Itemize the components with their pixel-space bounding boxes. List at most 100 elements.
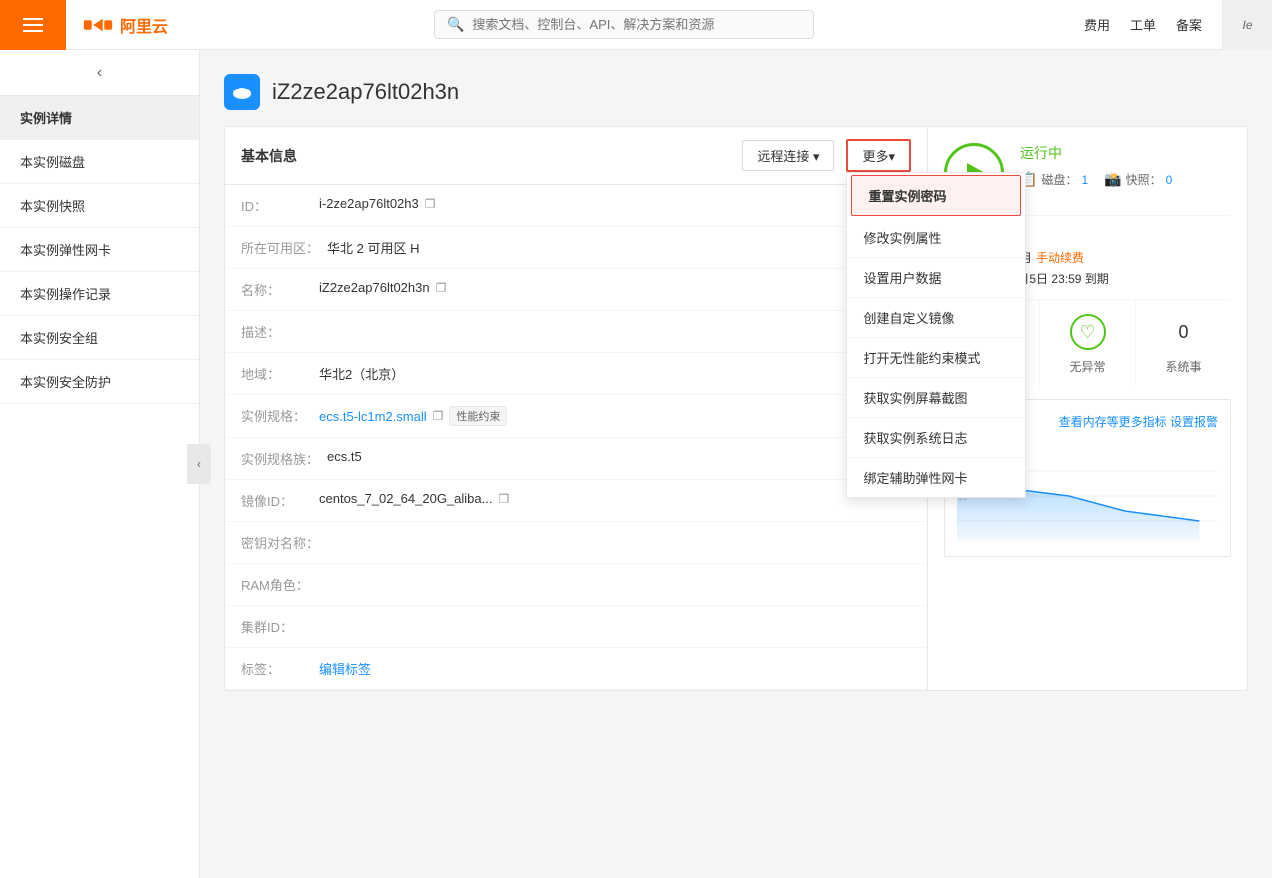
info-value-name: iZ2ze2ap76lt02h3n ❐ (319, 280, 446, 295)
info-row-id: ID： i-2ze2ap76lt02h3 ❐ (225, 185, 927, 227)
page-title: iZ2ze2ap76lt02h3n (272, 79, 459, 105)
info-row-zone: 所在可用区： 华北 2 可用区 H (225, 227, 927, 269)
card-toolbar: 基本信息 远程连接 ▾ 更多▾ 重置实例密码 修改实例属性 设置用户数据 创建自… (225, 127, 927, 185)
events-value: 0 (1178, 322, 1188, 343)
copy-spec-icon[interactable]: ❐ (433, 409, 444, 423)
dropdown-item-no-perf-limit[interactable]: 打开无性能约束模式 (847, 338, 1025, 378)
info-value-spec-family: ecs.t5 (327, 449, 362, 464)
info-row-ram: RAM角色： (225, 564, 927, 606)
more-dropdown-wrapper: 更多▾ 重置实例密码 修改实例属性 设置用户数据 创建自定义镜像 打开无性能约束… (846, 139, 911, 172)
main-content: iZ2ze2ap76lt02h3n 基本信息 远程连接 ▾ 更多▾ 重置实例密码… (200, 50, 1272, 878)
disk-label: 磁盘： (1041, 171, 1077, 188)
info-row-name: 名称： iZ2ze2ap76lt02h3n ❐ (225, 269, 927, 311)
dropdown-item-modify-attr[interactable]: 修改实例属性 (847, 218, 1025, 258)
info-label-id: ID： (241, 196, 311, 215)
info-label-name: 名称： (241, 280, 311, 299)
monitor-card-events[interactable]: 0 系统事 (1136, 300, 1231, 387)
dropdown-item-screenshot[interactable]: 获取实例屏幕截图 (847, 378, 1025, 418)
disk-item: 📋 磁盘： 1 (1020, 171, 1088, 188)
events-card-label: 系统事 (1165, 358, 1201, 375)
hamburger-button[interactable] (0, 0, 66, 50)
health-icon: ♡ (1070, 314, 1106, 350)
search-area: 🔍 (184, 10, 1064, 39)
sidebar-item-instance-detail[interactable]: 实例详情 (0, 96, 199, 140)
spec-tag: 性能约束 (449, 406, 507, 426)
nav-link-ticket[interactable]: 工单 (1130, 15, 1156, 34)
monitor-card-health[interactable]: ♡ 无异常 (1040, 300, 1136, 387)
status-running-label: 运行中 (1020, 143, 1231, 163)
sidebar-item-operation-log[interactable]: 本实例操作记录 (0, 272, 199, 316)
toolbar-label: 基本信息 (241, 146, 297, 166)
sidebar-back-button[interactable]: ‹ (0, 50, 199, 96)
info-label-zone: 所在可用区： (241, 238, 319, 257)
hamburger-icon (23, 18, 43, 32)
left-panel: 基本信息 远程连接 ▾ 更多▾ 重置实例密码 修改实例属性 设置用户数据 创建自… (225, 127, 927, 690)
logo-text: 阿里云 (120, 13, 168, 37)
dropdown-item-system-log[interactable]: 获取实例系统日志 (847, 418, 1025, 458)
info-row-desc: 描述： (225, 311, 927, 353)
copy-id-icon[interactable]: ❐ (425, 197, 436, 211)
sidebar-item-security-group[interactable]: 本实例安全组 (0, 316, 199, 360)
sidebar-item-snapshot[interactable]: 本实例快照 (0, 184, 199, 228)
instance-icon (224, 74, 260, 110)
info-row-spec-family: 实例规格族： ecs.t5 (225, 438, 927, 480)
disk-snap-row: 📋 磁盘： 1 📸 快照： 0 (1020, 171, 1231, 188)
info-card: 基本信息 远程连接 ▾ 更多▾ 重置实例密码 修改实例属性 设置用户数据 创建自… (224, 126, 1248, 691)
dropdown-item-bind-nic[interactable]: 绑定辅助弹性网卡 (847, 458, 1025, 497)
sidebar-item-disk[interactable]: 本实例磁盘 (0, 140, 199, 184)
collapse-icon: ‹ (197, 457, 201, 471)
info-row-image: 镜像ID： centos_7_02_64_20G_aliba... ❐ (225, 480, 927, 522)
info-label-spec-family: 实例规格族： (241, 449, 319, 468)
user-avatar[interactable]: Ie (1222, 0, 1272, 50)
monitor-links[interactable]: 查看内存等更多指标 设置报警 (1059, 413, 1218, 430)
snapshot-icon: 📸 (1104, 171, 1121, 188)
top-nav: 阿里云 🔍 费用 工单 备案 Ie (0, 0, 1272, 50)
billing-action[interactable]: 手动续费 (1036, 249, 1084, 266)
more-button[interactable]: 更多▾ (846, 139, 911, 172)
remote-connect-button[interactable]: 远程连接 ▾ (742, 140, 834, 171)
info-row-tags: 标签： 编辑标签 (225, 648, 927, 690)
search-box[interactable]: 🔍 (434, 10, 814, 39)
copy-name-icon[interactable]: ❐ (436, 281, 447, 295)
cloud-icon (231, 81, 253, 103)
health-card-label: 无异常 (1069, 358, 1105, 375)
page-title-row: iZ2ze2ap76lt02h3n (224, 74, 1248, 110)
dropdown-item-user-data[interactable]: 设置用户数据 (847, 258, 1025, 298)
sidebar-item-nic[interactable]: 本实例弹性网卡 (0, 228, 199, 272)
dropdown-item-reset-password[interactable]: 重置实例密码 (851, 175, 1021, 216)
logo-icon (82, 14, 114, 36)
info-value-id: i-2ze2ap76lt02h3 ❐ (319, 196, 436, 211)
disk-value[interactable]: 1 (1081, 173, 1088, 187)
nav-link-icp[interactable]: 备案 (1176, 15, 1202, 34)
snapshot-label: 快照： (1126, 171, 1162, 188)
info-value-zone: 华北 2 可用区 H (327, 238, 419, 257)
layout: ‹ 实例详情 本实例磁盘 本实例快照 本实例弹性网卡 本实例操作记录 本实例安全… (0, 50, 1272, 878)
snapshot-item: 📸 快照： 0 (1104, 171, 1172, 188)
info-row-cluster: 集群ID： (225, 606, 927, 648)
info-label-desc: 描述： (241, 322, 311, 341)
search-input[interactable] (472, 17, 801, 32)
info-label-image: 镜像ID： (241, 491, 311, 510)
back-icon: ‹ (97, 64, 102, 82)
sidebar-collapse-button[interactable]: ‹ (187, 444, 211, 484)
nav-link-fee[interactable]: 费用 (1084, 15, 1110, 34)
events-card-icon: 0 (1164, 312, 1204, 352)
snapshot-value[interactable]: 0 (1166, 173, 1173, 187)
info-label-tags: 标签： (241, 659, 311, 678)
more-dropdown-menu: 重置实例密码 修改实例属性 设置用户数据 创建自定义镜像 打开无性能约束模式 获… (846, 172, 1026, 498)
info-row-keypair: 密钥对名称： (225, 522, 927, 564)
sidebar: ‹ 实例详情 本实例磁盘 本实例快照 本实例弹性网卡 本实例操作记录 本实例安全… (0, 50, 200, 878)
info-value-region: 华北2（北京） (319, 364, 404, 383)
logo: 阿里云 (66, 13, 184, 37)
info-label-ram: RAM角色： (241, 575, 311, 594)
dropdown-item-create-image[interactable]: 创建自定义镜像 (847, 298, 1025, 338)
info-label-keypair: 密钥对名称： (241, 533, 319, 552)
copy-image-icon[interactable]: ❐ (498, 492, 509, 506)
status-info: 运行中 📋 磁盘： 1 📸 快照： 0 (1020, 143, 1231, 188)
info-value-spec[interactable]: ecs.t5-lc1m2.small ❐ 性能约束 (319, 406, 507, 426)
health-card-icon: ♡ (1068, 312, 1108, 352)
info-row-region: 地域： 华北2（北京） (225, 353, 927, 395)
info-label-region: 地域： (241, 364, 311, 383)
info-value-tags[interactable]: 编辑标签 (319, 659, 371, 678)
sidebar-item-security-protection[interactable]: 本实例安全防护 (0, 360, 199, 404)
